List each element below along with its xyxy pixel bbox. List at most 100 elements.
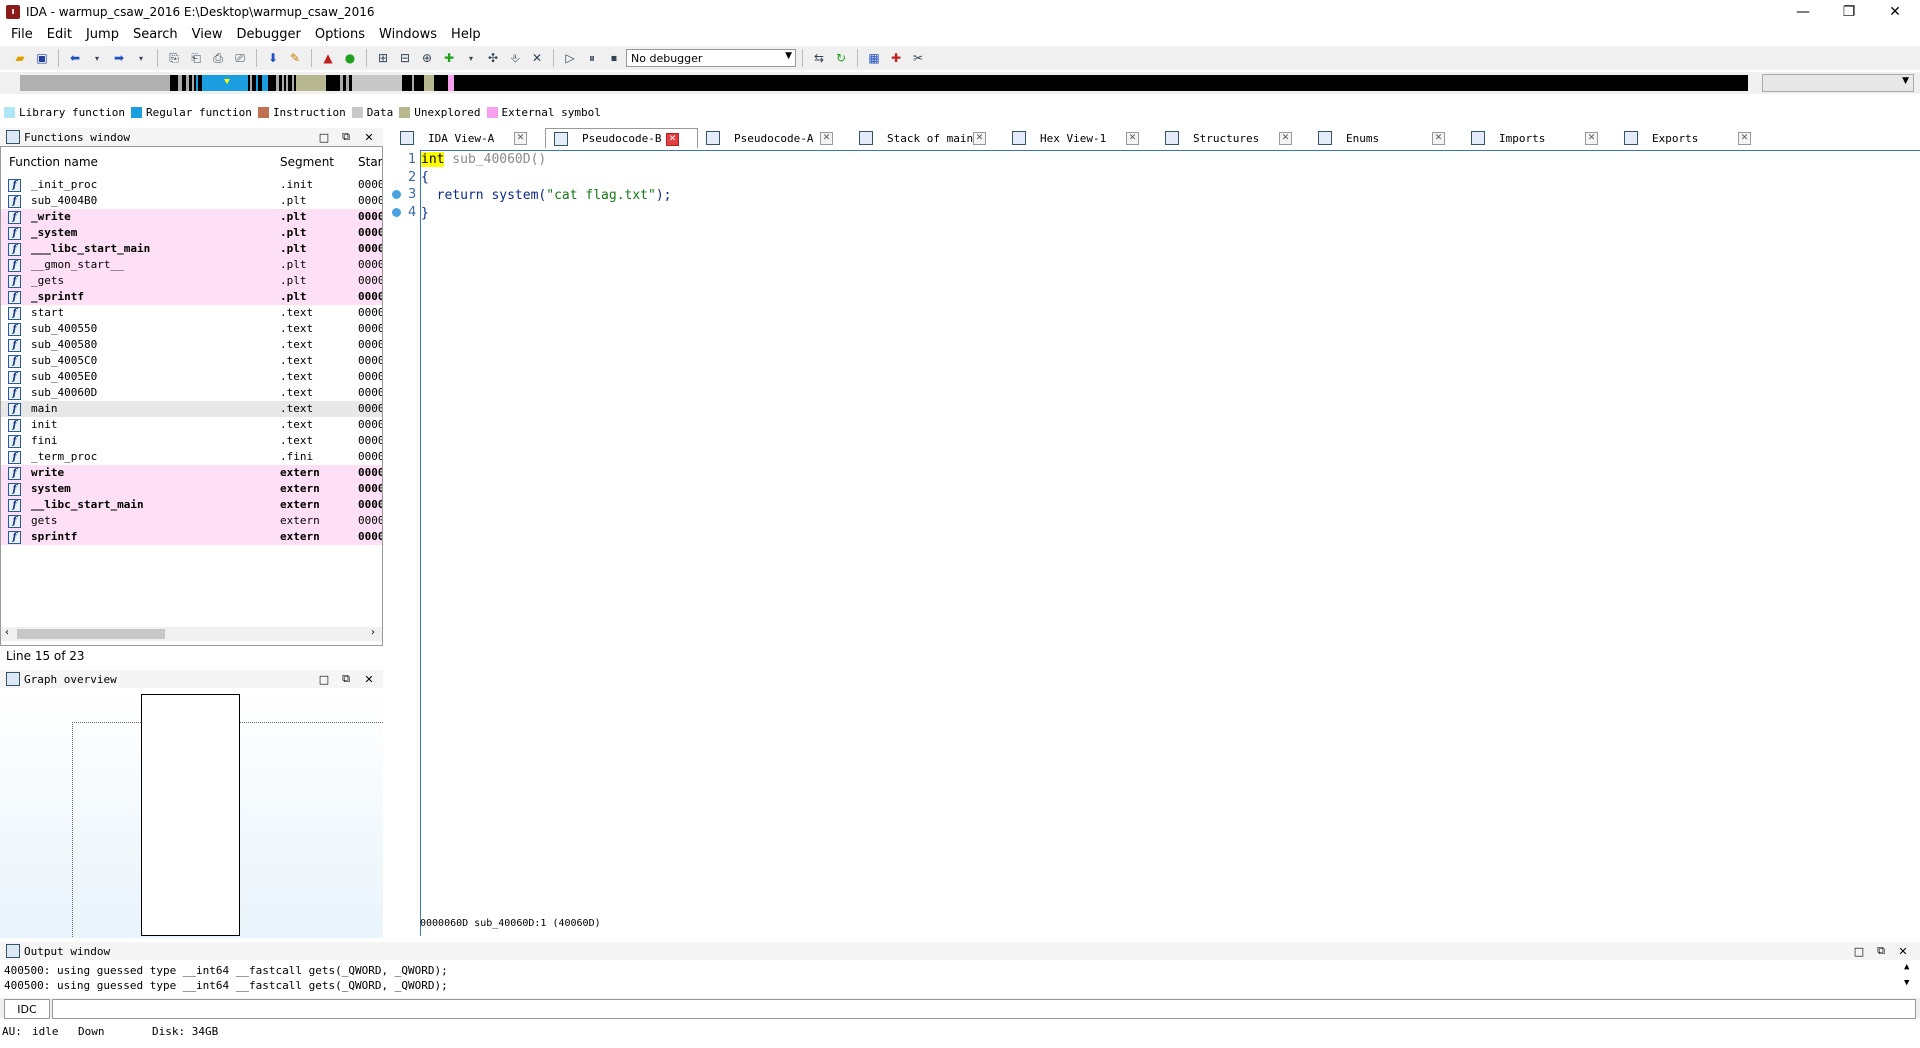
pane-maximize-icon[interactable]: □ [315,670,333,688]
pane-float-icon[interactable]: ⧉ [337,128,355,146]
menu-edit[interactable]: Edit [40,27,79,42]
graph-overview[interactable] [0,690,383,938]
delete-icon[interactable]: ✕ [527,48,547,68]
mark-position-icon[interactable]: ✎ [285,48,305,68]
pane-maximize-icon[interactable]: □ [315,128,333,146]
open-icon[interactable]: ▰ [10,48,30,68]
code-line-3[interactable]: return system("cat flag.txt"); [421,188,672,203]
tab-imports[interactable]: Imports ✕ [1463,128,1616,148]
stop-icon[interactable]: ▲ [318,48,338,68]
tab-pseudocode-a[interactable]: Pseudocode-A ✕ [698,128,851,148]
restore-button[interactable]: ❐ [1826,0,1872,24]
pane-maximize-icon[interactable]: □ [1850,942,1868,960]
tab-close-icon[interactable]: ✕ [514,132,527,145]
code-line-4[interactable]: } [421,206,429,221]
column-segment[interactable]: Segment [280,155,334,169]
tab-ida-view-a[interactable]: IDA View-A ✕ [392,128,545,148]
tab-hex-view-1[interactable]: Hex View-1 ✕ [1004,128,1157,148]
pane-close-icon[interactable]: ✕ [1894,942,1912,960]
function-row[interactable]: f _system .plt 0000 [1,225,382,241]
text-search-icon[interactable]: ⎘ [164,48,184,68]
edit-function-icon[interactable]: ⊟ [395,48,415,68]
binary-search-icon[interactable]: ⎗ [186,48,206,68]
tab-close-icon[interactable]: ✕ [973,132,986,145]
function-row[interactable]: f sub_4005E0 .text 0000 [1,369,382,385]
close-button[interactable]: ✕ [1872,0,1918,24]
function-row[interactable]: f init .text 0000 [1,417,382,433]
tab-close-icon[interactable]: ✕ [666,133,679,146]
function-row[interactable]: f _sprintf .plt 0000 [1,289,382,305]
scroll-left-icon[interactable]: ‹ [5,627,9,638]
pane-close-icon[interactable]: ✕ [360,128,378,146]
code-line-1[interactable]: int sub_40060D() [421,152,546,167]
tab-enums[interactable]: Enums ✕ [1310,128,1463,148]
refresh-icon[interactable]: ↻ [831,48,851,68]
function-row[interactable]: f fini .text 0000 [1,433,382,449]
menu-view[interactable]: View [185,27,230,42]
rename-icon[interactable]: ⎀ [505,48,525,68]
breakpoint-dot-icon[interactable] [392,190,401,199]
pane-float-icon[interactable]: ⧉ [1872,942,1890,960]
tab-close-icon[interactable]: ✕ [1585,132,1598,145]
scroll-right-icon[interactable]: › [371,627,375,638]
function-row[interactable]: f sub_4005C0 .text 0000 [1,353,382,369]
menu-windows[interactable]: Windows [372,27,444,42]
tab-close-icon[interactable]: ✕ [1279,132,1292,145]
column-start[interactable]: Star [358,155,382,169]
function-row[interactable]: f _write .plt 0000 [1,209,382,225]
pause-icon[interactable]: ⏸ [582,48,602,68]
graph-viewport[interactable] [141,694,240,936]
command-input[interactable] [52,999,1916,1019]
menu-help[interactable]: Help [444,27,488,42]
stop-square-icon[interactable]: ⏹ [604,48,624,68]
plus-icon[interactable]: ✚ [439,48,459,68]
function-row[interactable]: f sub_4004B0 .plt 0000 [1,193,382,209]
function-row[interactable]: f system extern 0000 [1,481,382,497]
back-arrow-icon[interactable]: ⬅ [65,48,85,68]
tab-pseudocode-b[interactable]: Pseudocode-B ✕ [545,128,698,148]
breakpoint-dot-icon[interactable] [392,208,401,217]
add-breakpoint-icon[interactable]: ✚ [886,48,906,68]
chevron-down-icon[interactable]: ▾ [461,48,481,68]
play-icon[interactable]: ▷ [560,48,580,68]
code-line-2[interactable]: { [421,170,429,185]
idc-button[interactable]: IDC [4,999,50,1019]
pane-close-icon[interactable]: ✕ [360,670,378,688]
jump-down-icon[interactable]: ⬇ [263,48,283,68]
tab-close-icon[interactable]: ✕ [1126,132,1139,145]
function-row[interactable]: f write extern 0000 [1,465,382,481]
function-row[interactable]: f start .text 0000 [1,305,382,321]
tab-exports[interactable]: Exports ✕ [1616,128,1769,148]
function-row[interactable]: f ___libc_start_main .plt 0000 [1,241,382,257]
scroll-thumb[interactable] [17,629,165,639]
column-function-name[interactable]: Function name [9,155,98,169]
function-row[interactable]: f _term_proc .fini 0000 [1,449,382,465]
tab-close-icon[interactable]: ✕ [1432,132,1445,145]
pseudocode-view[interactable] [420,150,1920,936]
chevron-down-icon[interactable]: ▾ [87,48,107,68]
remove-breakpoint-icon[interactable]: ✂ [908,48,928,68]
menu-search[interactable]: Search [126,27,185,42]
scroll-down-icon[interactable]: ▼ [1904,978,1909,988]
save-icon[interactable]: ▣ [32,48,52,68]
breakpoint-list-icon[interactable]: ▦ [864,48,884,68]
function-row[interactable]: f main .text 0000 [1,401,382,417]
immediate-search-icon[interactable]: ⎙ [208,48,228,68]
create-function-icon[interactable]: ⊞ [373,48,393,68]
menu-jump[interactable]: Jump [79,27,126,42]
segment-combo[interactable]: ▼ [1762,74,1914,92]
tab-close-icon[interactable]: ✕ [1738,132,1751,145]
minimize-button[interactable]: — [1780,0,1826,24]
function-row[interactable]: f _init_proc .init 0000 [1,177,382,193]
function-row[interactable]: f __gmon_start__ .plt 0000 [1,257,382,273]
menu-debugger[interactable]: Debugger [229,27,307,42]
function-row[interactable]: f sprintf extern 0000 [1,529,382,545]
function-row[interactable]: f __libc_start_main extern 0000 [1,497,382,513]
function-row[interactable]: f sub_400580 .text 0000 [1,337,382,353]
menu-file[interactable]: File [4,27,40,42]
scroll-up-icon[interactable]: ▲ [1904,962,1909,972]
navigation-strip[interactable] [20,75,1748,91]
function-row[interactable]: f sub_40060D .text 0000 [1,385,382,401]
pane-float-icon[interactable]: ⧉ [337,670,355,688]
function-row[interactable]: f _gets .plt 0000 [1,273,382,289]
